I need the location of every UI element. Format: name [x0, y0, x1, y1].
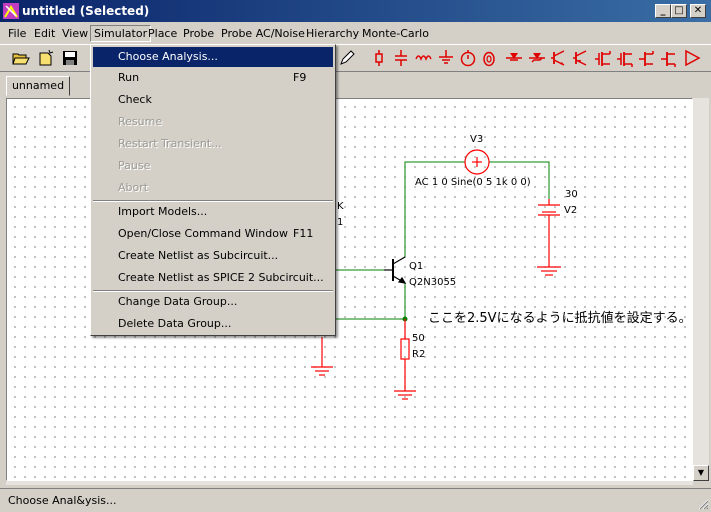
q1-transistor-symbol — [384, 256, 407, 284]
menu-bar: File Edit View Simulator Place Probe Pro… — [0, 24, 711, 44]
pencil-icon[interactable] — [338, 49, 356, 67]
r2-value-label: 50 — [412, 333, 425, 344]
zener-diode-tool-icon[interactable] — [528, 49, 546, 67]
current-source-tool-icon[interactable] — [480, 49, 498, 67]
menu-hierarchy[interactable]: Hierarchy — [303, 26, 362, 41]
inductor-tool-icon[interactable] — [415, 49, 433, 67]
q1-model-label: Q2N3055 — [409, 277, 457, 288]
horizontal-scrollbar[interactable] — [6, 481, 693, 485]
new-document-icon[interactable] — [37, 49, 55, 67]
menu-edit[interactable]: Edit — [31, 26, 58, 41]
open-folder-icon[interactable] — [12, 49, 30, 67]
tab-unnamed[interactable]: unnamed — [6, 76, 70, 96]
menu-restart-transient[interactable]: Restart Transient... — [93, 134, 333, 154]
menu-delete-data-group[interactable]: Delete Data Group... — [93, 314, 333, 334]
partial-label-k: K — [337, 201, 344, 212]
q1-name-label: Q1 — [409, 261, 424, 272]
minimize-button[interactable]: _ — [655, 4, 671, 18]
capacitor-tool-icon[interactable] — [392, 49, 410, 67]
menu-create-netlist-spice2-subcircuit[interactable]: Create Netlist as SPICE 2 Subcircuit... — [93, 268, 333, 288]
menu-check[interactable]: Check — [93, 90, 333, 110]
simulator-dropdown-menu: Choose Analysis... Run F9 Check Resume R… — [90, 44, 336, 336]
jfet-p-tool-icon[interactable] — [660, 49, 678, 67]
menu-create-netlist-subcircuit[interactable]: Create Netlist as Subcircuit... — [93, 246, 333, 266]
diode-tool-icon[interactable] — [505, 49, 523, 67]
v2-value-label: 30 — [565, 189, 578, 200]
scroll-down-arrow-icon[interactable]: ▼ — [693, 465, 709, 481]
status-text: Choose Anal&ysis... — [8, 494, 117, 507]
opamp-tool-icon[interactable] — [683, 49, 701, 67]
menu-monte-carlo[interactable]: Monte-Carlo — [359, 26, 432, 41]
resize-grip-icon[interactable] — [697, 498, 709, 510]
close-button[interactable]: ✕ — [690, 4, 706, 18]
app-icon — [3, 3, 19, 19]
vertical-scrollbar[interactable]: ▼ — [693, 98, 709, 481]
ground-symbol-left — [311, 337, 333, 376]
menu-place[interactable]: Place — [145, 26, 180, 41]
v2-battery-symbol — [537, 199, 561, 276]
partial-label-1: 1 — [337, 217, 344, 228]
ground-tool-icon[interactable] — [437, 49, 455, 67]
status-bar: Choose Anal&ysis... — [0, 488, 711, 512]
menu-choose-analysis[interactable]: Choose Analysis... — [93, 47, 333, 67]
r2-name-label: R2 — [412, 349, 426, 360]
pmos-tool-icon[interactable] — [616, 49, 634, 67]
menu-probe-ac-noise[interactable]: Probe AC/Noise — [218, 26, 308, 41]
voltage-source-tool-icon[interactable] — [459, 49, 477, 67]
v3-value-label: AC 1 0 Sine(0 5 1k 0 0) — [415, 177, 531, 188]
menu-abort[interactable]: Abort — [93, 178, 333, 198]
pnp-transistor-tool-icon[interactable] — [572, 49, 590, 67]
menu-import-models[interactable]: Import Models... — [93, 202, 333, 222]
nmos-tool-icon[interactable] — [594, 49, 612, 67]
v3-name-label: V3 — [470, 134, 484, 145]
menu-file[interactable]: File — [5, 26, 29, 41]
menu-open-close-command-window[interactable]: Open/Close Command Window F11 — [93, 224, 333, 244]
window-title: untitled (Selected) — [22, 4, 150, 18]
v3-source-symbol — [464, 149, 490, 175]
menu-run[interactable]: Run F9 — [93, 68, 333, 88]
menu-view[interactable]: View — [59, 26, 91, 41]
resistor-tool-icon[interactable] — [370, 49, 388, 67]
npn-transistor-tool-icon[interactable] — [550, 49, 568, 67]
menu-pause[interactable]: Pause — [93, 156, 333, 176]
menu-resume[interactable]: Resume — [93, 112, 333, 132]
v2-name-label: V2 — [564, 205, 578, 216]
maximize-button[interactable]: □ — [671, 4, 687, 18]
menu-simulator[interactable]: Simulator — [90, 25, 152, 42]
jfet-tool-icon[interactable] — [638, 49, 656, 67]
title-bar: untitled (Selected) _ □ ✕ — [0, 0, 711, 22]
save-disk-icon[interactable] — [61, 49, 79, 67]
menu-change-data-group[interactable]: Change Data Group... — [93, 292, 333, 312]
annotation-note: ここを2.5Vになるように抵抗値を設定する。 — [428, 311, 692, 326]
menu-probe[interactable]: Probe — [180, 26, 217, 41]
